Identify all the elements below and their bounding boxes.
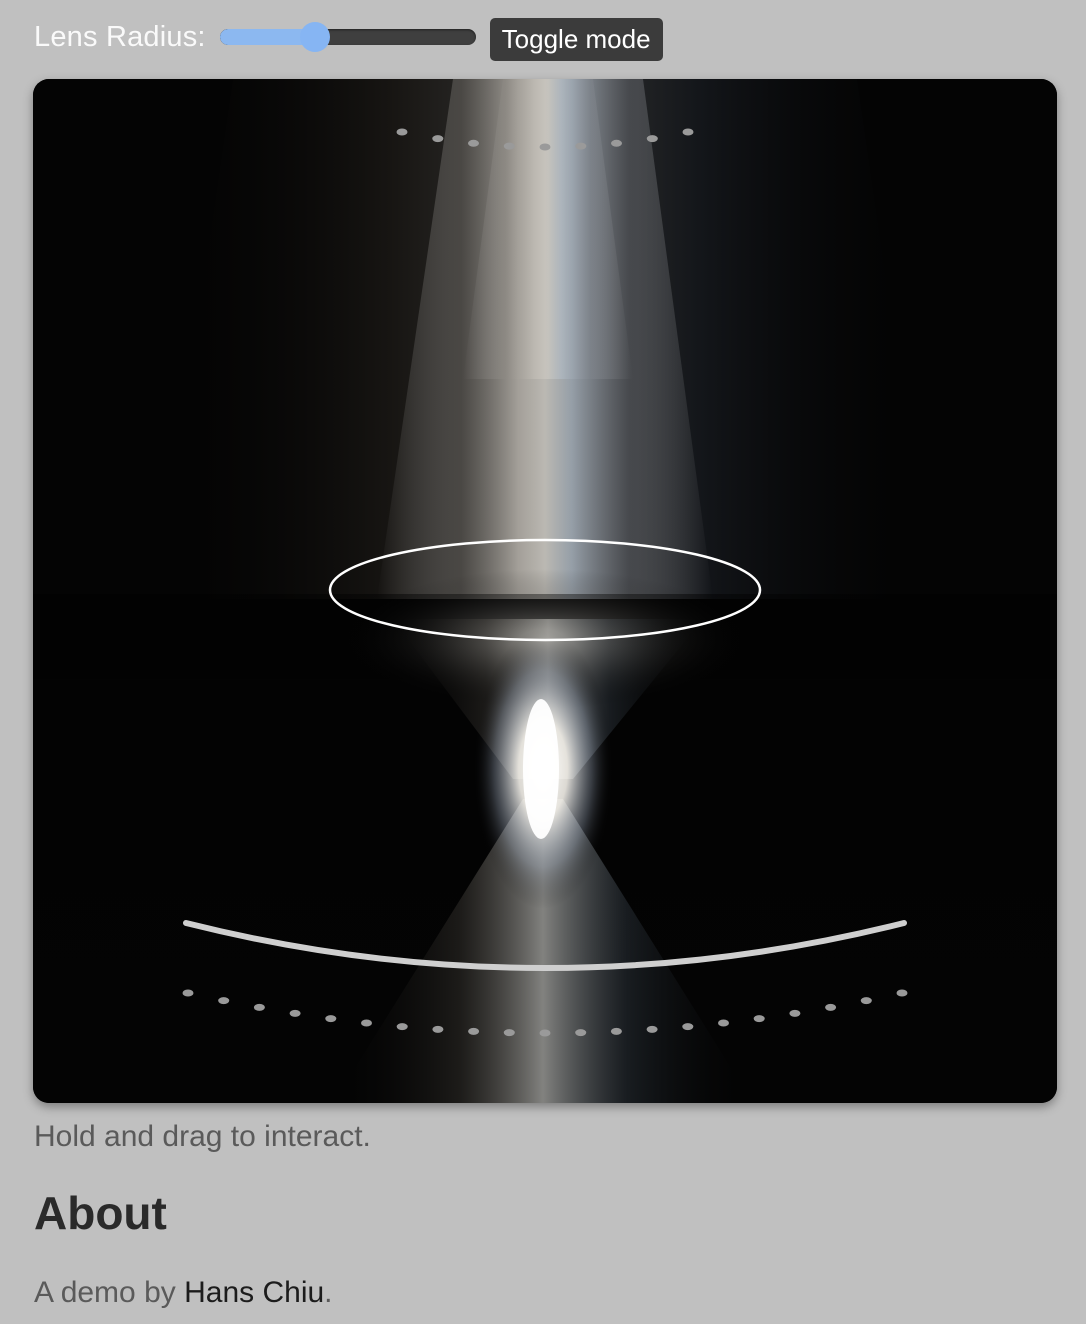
bottom-ray-dot [718, 1019, 729, 1027]
author-link[interactable]: Hans Chiu [184, 1276, 324, 1309]
bottom-ray-dot [182, 989, 194, 997]
top-ray-dot [432, 135, 444, 143]
top-ray-dot [575, 142, 587, 150]
lens-radius-label: Lens Radius: [34, 20, 206, 53]
top-ray-dot [539, 143, 551, 151]
bottom-ray-dot [575, 1029, 587, 1037]
bottom-ray-dot [682, 1023, 694, 1031]
top-ray-dot [611, 139, 622, 147]
bottom-ray-dot [860, 997, 872, 1005]
bottom-ray-dot [646, 1025, 658, 1033]
bottom-ray-dot [789, 1009, 801, 1017]
bottom-ray-dot [289, 1009, 301, 1017]
controls-bar: Lens Radius: Toggle mode [34, 14, 663, 61]
lens-canvas[interactable] [33, 79, 1057, 1103]
bottom-ray-dot [432, 1025, 444, 1033]
bottom-ray-dot [325, 1015, 337, 1023]
bottom-ray-dot [253, 1003, 265, 1011]
credit-line: A demo by Hans Chiu. [34, 1276, 333, 1310]
bottom-ray-dot [539, 1029, 551, 1037]
top-ray-dot [682, 128, 694, 136]
interaction-hint: Hold and drag to interact. [34, 1120, 371, 1153]
top-ray-dot [468, 139, 479, 147]
bottom-ray-dot [753, 1015, 765, 1023]
focal-core [523, 699, 559, 839]
credit-suffix: . [324, 1276, 333, 1309]
bottom-ray-dot [896, 989, 908, 997]
bottom-ray-dot [503, 1029, 515, 1037]
top-ray-dot [503, 142, 515, 150]
lens-simulation[interactable] [33, 79, 1057, 1103]
bottom-ray-dot [361, 1019, 372, 1027]
about-heading: About [34, 1187, 167, 1239]
bottom-ray-dot [468, 1027, 480, 1035]
slider-track[interactable] [219, 29, 476, 45]
top-ray-dot [396, 128, 408, 136]
lens-radius-slider[interactable] [219, 21, 476, 53]
top-ray-dot [646, 135, 658, 143]
bottom-ray-dot [610, 1027, 622, 1035]
credit-prefix: A demo by [34, 1276, 185, 1309]
bottom-ray-dot [825, 1003, 837, 1011]
bottom-ray-dot [396, 1023, 408, 1031]
toggle-mode-button[interactable]: Toggle mode [489, 17, 663, 61]
slider-thumb[interactable] [299, 22, 330, 52]
bottom-ray-dot [218, 997, 230, 1005]
